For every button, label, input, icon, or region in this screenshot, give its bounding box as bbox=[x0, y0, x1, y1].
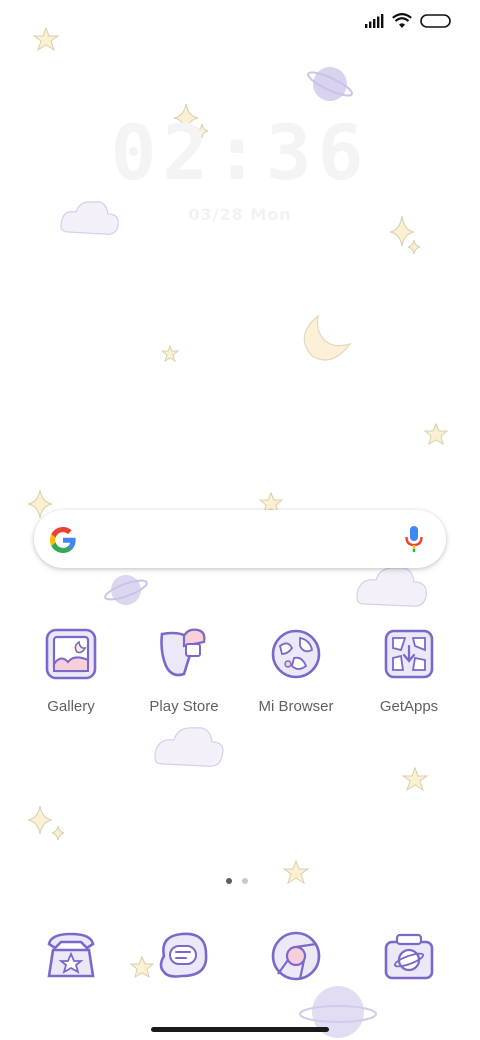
browser-globe-icon bbox=[271, 629, 321, 679]
app-label: Gallery bbox=[47, 698, 95, 715]
app-getapps[interactable]: GetApps bbox=[354, 624, 464, 715]
wifi-icon bbox=[392, 13, 412, 28]
phone-icon bbox=[47, 932, 95, 978]
app-mi-browser[interactable]: Mi Browser bbox=[241, 624, 351, 715]
dock-phone[interactable] bbox=[16, 926, 126, 986]
app-label: Mi Browser bbox=[258, 698, 334, 715]
google-g-icon bbox=[50, 527, 76, 553]
signal-bars-icon bbox=[365, 14, 384, 28]
microphone-icon[interactable] bbox=[404, 525, 424, 553]
status-bar bbox=[364, 10, 452, 32]
chrome-icon bbox=[271, 931, 321, 981]
dock-camera[interactable] bbox=[354, 926, 464, 986]
gallery-icon bbox=[45, 628, 97, 680]
dock bbox=[0, 926, 480, 996]
app-label: GetApps bbox=[379, 698, 439, 715]
page-dot-active[interactable] bbox=[226, 878, 232, 884]
battery-icon bbox=[420, 14, 451, 28]
play-store-icon bbox=[160, 628, 206, 677]
app-label: Play Store bbox=[149, 698, 219, 715]
moon-icon bbox=[303, 314, 352, 361]
clock-time: 02:36 bbox=[110, 108, 370, 197]
messages-icon bbox=[159, 932, 208, 978]
app-play-store[interactable]: Play Store bbox=[129, 624, 239, 715]
page-indicator bbox=[226, 878, 248, 884]
getapps-icon bbox=[384, 629, 434, 679]
page-dot[interactable] bbox=[242, 878, 248, 884]
home-screen: 02:36 03/28 Mon Gallery Play Store Mi Br… bbox=[0, 0, 480, 1040]
camera-icon bbox=[384, 933, 434, 980]
dock-chrome[interactable] bbox=[241, 926, 351, 986]
google-search-bar[interactable] bbox=[34, 510, 446, 568]
app-gallery[interactable]: Gallery bbox=[16, 624, 126, 715]
home-indicator[interactable] bbox=[151, 1027, 329, 1032]
app-grid-row: Gallery Play Store Mi Browser GetApps bbox=[0, 624, 480, 724]
clock-date: 03/28 Mon bbox=[188, 205, 292, 224]
dock-messages[interactable] bbox=[129, 926, 239, 986]
